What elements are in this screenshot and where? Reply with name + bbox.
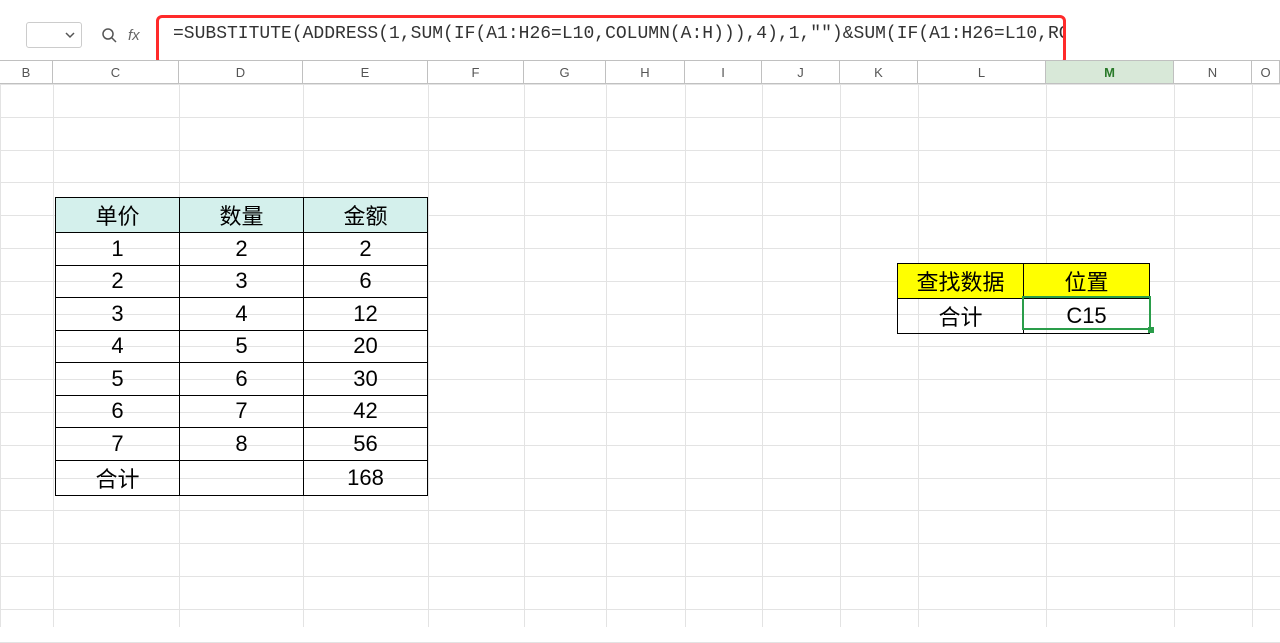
table-row: 3412	[56, 298, 428, 331]
column-header-label: F	[472, 65, 480, 80]
table-cell[interactable]: 合计	[56, 460, 180, 495]
data-table-header[interactable]: 单价	[56, 198, 180, 233]
data-table-header[interactable]: 数量	[180, 198, 304, 233]
formula-input[interactable]: =SUBSTITUTE(ADDRESS(1,SUM(IF(A1:H26=L10,…	[156, 15, 1066, 65]
column-header-E[interactable]: E	[303, 61, 428, 83]
column-header-label: G	[559, 65, 569, 80]
table-row: 合计 168	[56, 460, 428, 495]
table-cell[interactable]: 3	[56, 298, 180, 331]
column-header-label: K	[874, 65, 883, 80]
name-box-dropdown[interactable]	[26, 22, 82, 48]
data-table: 单价数量金额 12223634124520563067427856合计168	[55, 197, 428, 496]
lookup-cell[interactable]: 合计	[898, 299, 1024, 334]
column-header-M[interactable]: M	[1046, 61, 1174, 83]
column-header-J[interactable]: J	[762, 61, 840, 83]
table-row: 5630	[56, 363, 428, 396]
table-cell[interactable]: 12	[304, 298, 428, 331]
table-cell[interactable]: 7	[180, 395, 304, 428]
column-header-B[interactable]: B	[0, 61, 53, 83]
column-header-I[interactable]: I	[685, 61, 762, 83]
table-row: 7856	[56, 428, 428, 461]
lookup-table: 查找数据位置 合计C15	[897, 263, 1150, 334]
column-header-label: B	[22, 65, 31, 80]
column-header-label: D	[236, 65, 245, 80]
lookup-header[interactable]: 位置	[1024, 264, 1150, 299]
data-table-header[interactable]: 金额	[304, 198, 428, 233]
table-cell[interactable]: 4	[56, 330, 180, 363]
column-header-C[interactable]: C	[53, 61, 179, 83]
table-cell[interactable]: 2	[56, 265, 180, 298]
column-header-label: H	[640, 65, 649, 80]
table-cell[interactable]: 30	[304, 363, 428, 396]
table-cell[interactable]: 6	[56, 395, 180, 428]
table-cell[interactable]: 5	[56, 363, 180, 396]
table-cell[interactable]: 6	[180, 363, 304, 396]
table-cell[interactable]: 5	[180, 330, 304, 363]
table-row: 6742	[56, 395, 428, 428]
column-header-H[interactable]: H	[606, 61, 685, 83]
column-header-G[interactable]: G	[524, 61, 606, 83]
column-header-label: J	[797, 65, 804, 80]
column-header-label: O	[1260, 65, 1270, 80]
lookup-header[interactable]: 查找数据	[898, 264, 1024, 299]
formula-text: =SUBSTITUTE(ADDRESS(1,SUM(IF(A1:H26=L10,…	[173, 24, 1066, 44]
table-row: 4520	[56, 330, 428, 363]
lookup-cell[interactable]: C15	[1024, 299, 1150, 334]
column-header-label: N	[1208, 65, 1217, 80]
table-cell[interactable]: 1	[56, 233, 180, 266]
table-cell[interactable]: 7	[56, 428, 180, 461]
fill-handle[interactable]	[1148, 327, 1154, 333]
table-cell[interactable]: 168	[304, 460, 428, 495]
table-cell[interactable]	[180, 460, 304, 495]
table-cell[interactable]: 42	[304, 395, 428, 428]
column-header-D[interactable]: D	[179, 61, 303, 83]
column-header-label: C	[111, 65, 120, 80]
table-cell[interactable]: 2	[304, 233, 428, 266]
table-cell[interactable]: 6	[304, 265, 428, 298]
column-header-F[interactable]: F	[428, 61, 524, 83]
table-cell[interactable]: 8	[180, 428, 304, 461]
chevron-down-icon	[65, 30, 75, 40]
column-header-label: E	[361, 65, 370, 80]
column-headers: B C D E F G H I J K L M N O	[0, 60, 1280, 84]
expand-formula-icon[interactable]	[96, 22, 122, 48]
column-header-label: M	[1104, 65, 1115, 80]
table-row: 236	[56, 265, 428, 298]
column-header-label: I	[721, 65, 725, 80]
table-cell[interactable]: 2	[180, 233, 304, 266]
column-header-label: L	[978, 65, 985, 80]
table-cell[interactable]: 4	[180, 298, 304, 331]
fx-label: fx	[128, 27, 148, 44]
table-cell[interactable]: 3	[180, 265, 304, 298]
table-cell[interactable]: 20	[304, 330, 428, 363]
column-header-O[interactable]: O	[1252, 61, 1280, 83]
column-header-N[interactable]: N	[1174, 61, 1252, 83]
table-cell[interactable]: 56	[304, 428, 428, 461]
column-header-K[interactable]: K	[840, 61, 918, 83]
column-header-L[interactable]: L	[918, 61, 1046, 83]
table-row: 122	[56, 233, 428, 266]
